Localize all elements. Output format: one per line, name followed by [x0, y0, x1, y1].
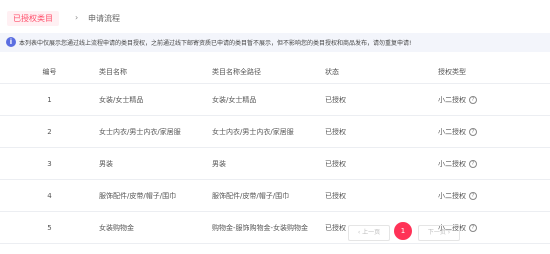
cell-type: 小二授权? — [438, 83, 550, 116]
cell-name: 女士内衣/男士内衣/家居服 — [99, 115, 212, 148]
header-type: 授权类型 — [438, 68, 466, 76]
header-name: 类目名称 — [99, 68, 127, 76]
tab-authorized-categories[interactable]: 已授权类目 — [7, 11, 59, 26]
help-icon[interactable]: ? — [469, 95, 477, 104]
pagination: ‹ 上一页 1 下一页 › — [0, 222, 550, 242]
cell-type: 小二授权? — [438, 115, 550, 148]
cell-status: 已授权 — [325, 83, 438, 116]
tab-bar: 已授权类目 › 申请流程 — [0, 0, 550, 36]
cell-id: 2 — [0, 115, 99, 148]
cell-path: 服饰配件/皮带/帽子/围巾 — [212, 179, 325, 212]
breadcrumb-separator: › — [75, 13, 79, 22]
header-status: 状态 — [325, 68, 339, 76]
cell-path: 男装 — [212, 147, 325, 180]
header-path: 类目名称全路径 — [212, 68, 261, 76]
cell-name: 服饰配件/皮带/帽子/围巾 — [99, 179, 212, 212]
info-icon: i — [6, 37, 16, 47]
table-row: 2 女士内衣/男士内衣/家居服 女士内衣/男士内衣/家居服 已授权 小二授权? — [0, 115, 550, 148]
cell-id: 3 — [0, 147, 99, 180]
help-icon[interactable]: ? — [469, 127, 477, 136]
cell-name: 女装/女士精品 — [99, 83, 212, 116]
notice-text: 本列表中仅展示您通过线上流程申请的类目授权，之前通过线下邮寄资质已申请的类目暂不… — [19, 40, 412, 47]
cell-id: 1 — [0, 83, 99, 116]
cell-id: 4 — [0, 179, 99, 212]
cell-type: 小二授权? — [438, 147, 550, 180]
table-header-row: 编号 类目名称 类目名称全路径 状态 授权类型 — [0, 61, 550, 84]
next-page-button[interactable]: 下一页 › — [418, 225, 460, 241]
table-row: 1 女装/女士精品 女装/女士精品 已授权 小二授权? — [0, 83, 550, 116]
auth-type-label: 小二授权 — [438, 191, 466, 200]
help-icon[interactable]: ? — [469, 191, 477, 200]
header-id: 编号 — [42, 68, 57, 76]
tab-application-process[interactable]: 申请流程 — [88, 13, 120, 24]
cell-type: 小二授权? — [438, 179, 550, 212]
cell-status: 已授权 — [325, 147, 438, 180]
table-row: 3 男装 男装 已授权 小二授权? — [0, 147, 550, 180]
auth-type-label: 小二授权 — [438, 95, 466, 104]
cell-path: 女士内衣/男士内衣/家居服 — [212, 115, 325, 148]
page-1-button[interactable]: 1 — [394, 222, 412, 240]
cell-status: 已授权 — [325, 115, 438, 148]
table-row: 4 服饰配件/皮带/帽子/围巾 服饰配件/皮带/帽子/围巾 已授权 小二授权? — [0, 179, 550, 212]
auth-type-label: 小二授权 — [438, 127, 466, 136]
cell-path: 女装/女士精品 — [212, 83, 325, 116]
help-icon[interactable]: ? — [469, 159, 477, 168]
cell-name: 男装 — [99, 147, 212, 180]
cell-status: 已授权 — [325, 179, 438, 212]
auth-type-label: 小二授权 — [438, 159, 466, 168]
category-table: 编号 类目名称 类目名称全路径 状态 授权类型 1 女装/女士精品 女装/女士精… — [0, 61, 550, 244]
notice-banner: i 本列表中仅展示您通过线上流程申请的类目授权，之前通过线下邮寄资质已申请的类目… — [0, 33, 550, 52]
prev-page-button[interactable]: ‹ 上一页 — [348, 225, 390, 241]
